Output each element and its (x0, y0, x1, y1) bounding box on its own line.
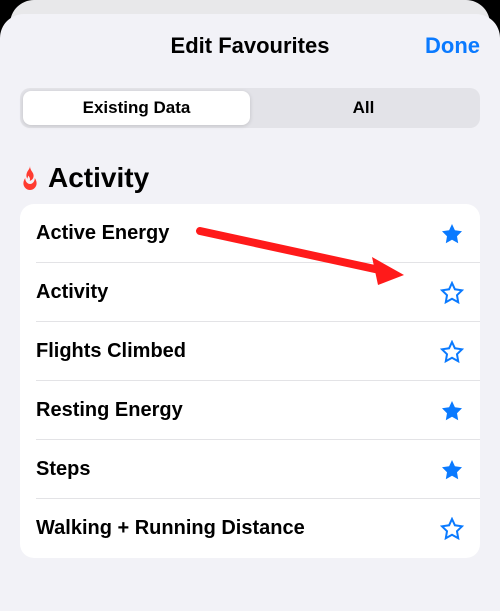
list-item[interactable]: Steps (20, 440, 480, 499)
flame-icon (20, 166, 40, 190)
star-outline-icon[interactable] (440, 517, 464, 541)
edit-favourites-sheet: Edit Favourites Done Existing Data All A… (0, 14, 500, 611)
list-item[interactable]: Flights Climbed (20, 322, 480, 381)
done-button[interactable]: Done (425, 14, 480, 78)
list-item[interactable]: Active Energy (20, 204, 480, 263)
row-label: Resting Energy (36, 399, 183, 422)
row-label: Activity (36, 281, 108, 304)
segmented-control[interactable]: Existing Data All (20, 88, 480, 128)
sheet-title: Edit Favourites (171, 33, 330, 59)
star-filled-icon[interactable] (440, 458, 464, 482)
row-label: Active Energy (36, 222, 169, 245)
segment-all[interactable]: All (250, 91, 477, 125)
row-label: Flights Climbed (36, 340, 186, 363)
star-outline-icon[interactable] (440, 340, 464, 364)
list-item[interactable]: Resting Energy (20, 381, 480, 440)
row-label: Steps (36, 458, 90, 481)
star-outline-icon[interactable] (440, 281, 464, 305)
row-label: Walking + Running Distance (36, 517, 305, 540)
favourites-list: Active Energy Activity Flights Climbed R… (20, 204, 480, 558)
sheet-header: Edit Favourites Done (20, 14, 480, 78)
section-title: Activity (48, 162, 149, 194)
star-filled-icon[interactable] (440, 399, 464, 423)
section-header: Activity (20, 162, 480, 194)
list-item[interactable]: Activity (20, 263, 480, 322)
segment-existing-data[interactable]: Existing Data (23, 91, 250, 125)
list-item[interactable]: Walking + Running Distance (20, 499, 480, 558)
star-filled-icon[interactable] (440, 222, 464, 246)
